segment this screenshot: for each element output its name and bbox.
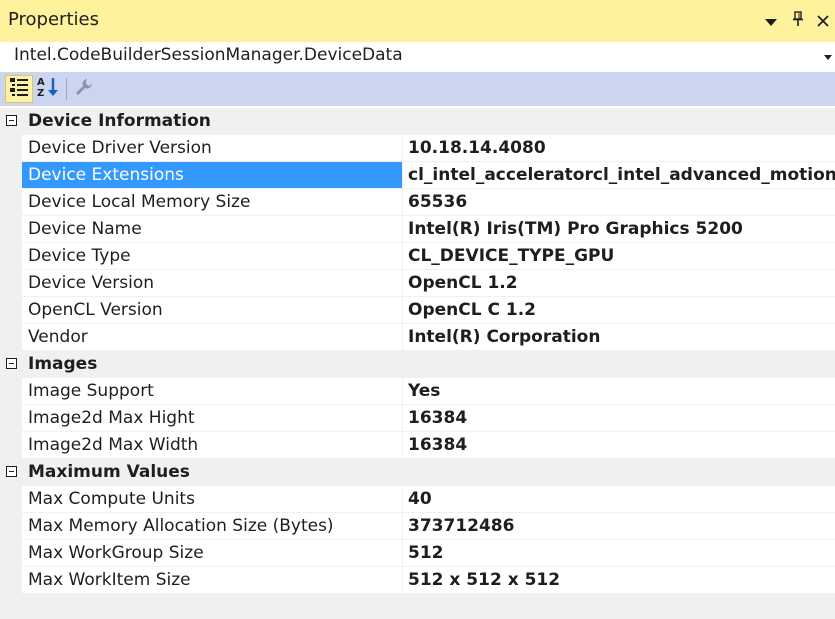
property-value[interactable]: 512	[403, 540, 835, 567]
property-row[interactable]: Max Compute Units 40	[0, 486, 835, 513]
properties-title-bar: Properties	[0, 0, 835, 42]
row-gutter	[0, 270, 22, 297]
row-gutter	[0, 486, 22, 513]
property-name[interactable]: Device Type	[22, 243, 403, 270]
property-value[interactable]: 65536	[403, 189, 835, 216]
property-value[interactable]: CL_DEVICE_TYPE_GPU	[403, 243, 835, 270]
property-row[interactable]: Device Driver Version 10.18.14.4080	[0, 135, 835, 162]
property-name[interactable]: Image Support	[22, 378, 403, 405]
row-gutter	[0, 162, 22, 189]
property-value[interactable]: 16384	[403, 432, 835, 459]
category-label: Device Information	[28, 111, 211, 131]
row-gutter	[0, 513, 22, 540]
property-value[interactable]: 16384	[403, 405, 835, 432]
categorized-button[interactable]	[5, 75, 33, 103]
property-row[interactable]: Image2d Max Hight 16384	[0, 405, 835, 432]
row-gutter	[0, 432, 22, 459]
chevron-down-icon[interactable]	[821, 47, 835, 67]
pin-icon	[792, 11, 804, 31]
property-name[interactable]: Device Driver Version	[22, 135, 403, 162]
property-value[interactable]: 40	[403, 486, 835, 513]
pin-button[interactable]	[786, 6, 810, 36]
property-name[interactable]: Image2d Max Width	[22, 432, 403, 459]
property-name[interactable]: Device Name	[22, 216, 403, 243]
property-row[interactable]: Device Name Intel(R) Iris(TM) Pro Graphi…	[0, 216, 835, 243]
row-gutter	[0, 405, 22, 432]
property-row[interactable]: Image Support Yes	[0, 378, 835, 405]
category-device-information[interactable]: Device Information	[0, 108, 835, 135]
property-value[interactable]: OpenCL 1.2	[403, 270, 835, 297]
property-name[interactable]: Device Local Memory Size	[22, 189, 403, 216]
row-gutter	[0, 135, 22, 162]
object-selector[interactable]: Intel.CodeBuilderSessionManager.DeviceDa…	[0, 42, 835, 72]
property-row[interactable]: OpenCL Version OpenCL C 1.2	[0, 297, 835, 324]
property-row[interactable]: Device Type CL_DEVICE_TYPE_GPU	[0, 243, 835, 270]
close-button[interactable]	[811, 6, 835, 36]
window-title: Properties	[8, 9, 99, 30]
row-gutter	[0, 540, 22, 567]
property-row[interactable]: Max Memory Allocation Size (Bytes) 37371…	[0, 513, 835, 540]
categorized-icon	[8, 76, 30, 102]
property-value[interactable]: Intel(R) Corporation	[403, 324, 835, 351]
category-label: Images	[28, 354, 98, 374]
row-gutter	[0, 243, 22, 270]
svg-text:Z: Z	[37, 88, 44, 99]
category-label: Maximum Values	[28, 462, 190, 482]
property-value[interactable]: 373712486	[403, 513, 835, 540]
property-row[interactable]: Max WorkItem Size 512 x 512 x 512	[0, 567, 835, 594]
property-pages-button[interactable]	[70, 75, 98, 103]
property-value[interactable]: 10.18.14.4080	[403, 135, 835, 162]
window-menu-dropdown[interactable]	[759, 6, 783, 36]
row-gutter	[0, 297, 22, 324]
property-name[interactable]: Device Extensions	[22, 162, 403, 189]
property-value[interactable]: cl_intel_acceleratorcl_intel_advanced_mo…	[403, 162, 835, 189]
property-name[interactable]: Device Version	[22, 270, 403, 297]
property-value[interactable]: Yes	[403, 378, 835, 405]
category-maximum-values[interactable]: Maximum Values	[0, 459, 835, 486]
collapse-toggle-icon[interactable]	[6, 115, 17, 126]
close-icon	[817, 12, 829, 31]
property-row[interactable]: Max WorkGroup Size 512	[0, 540, 835, 567]
property-value[interactable]: 512 x 512 x 512	[403, 567, 835, 594]
chevron-down-icon	[765, 12, 777, 31]
property-name[interactable]: Max Memory Allocation Size (Bytes)	[22, 513, 403, 540]
property-row-selected[interactable]: Device Extensions cl_intel_acceleratorcl…	[0, 162, 835, 189]
row-gutter	[0, 216, 22, 243]
property-row[interactable]: Device Version OpenCL 1.2	[0, 270, 835, 297]
wrench-icon	[74, 77, 94, 101]
property-name[interactable]: Image2d Max Hight	[22, 405, 403, 432]
property-row[interactable]: Image2d Max Width 16384	[0, 432, 835, 459]
property-name[interactable]: OpenCL Version	[22, 297, 403, 324]
object-selector-value: Intel.CodeBuilderSessionManager.DeviceDa…	[14, 45, 403, 65]
property-name[interactable]: Max WorkGroup Size	[22, 540, 403, 567]
row-gutter	[0, 567, 22, 594]
property-value[interactable]: Intel(R) Iris(TM) Pro Graphics 5200	[403, 216, 835, 243]
category-images[interactable]: Images	[0, 351, 835, 378]
property-row[interactable]: Vendor Intel(R) Corporation	[0, 324, 835, 351]
row-gutter	[0, 189, 22, 216]
property-name[interactable]: Vendor	[22, 324, 403, 351]
alphabetical-button[interactable]: A Z	[34, 75, 62, 103]
property-row[interactable]: Device Local Memory Size 65536	[0, 189, 835, 216]
property-grid: Device Information Device Driver Version…	[0, 108, 835, 594]
collapse-toggle-icon[interactable]	[6, 466, 17, 477]
alphabetical-icon: A Z	[36, 75, 60, 103]
property-name[interactable]: Max WorkItem Size	[22, 567, 403, 594]
row-gutter	[0, 378, 22, 405]
property-name[interactable]: Max Compute Units	[22, 486, 403, 513]
svg-text:A: A	[37, 77, 45, 88]
collapse-toggle-icon[interactable]	[6, 358, 17, 369]
properties-toolbar: A Z	[0, 72, 835, 106]
toolbar-separator	[66, 78, 67, 100]
row-gutter	[0, 324, 22, 351]
grid-empty-area	[0, 594, 835, 619]
property-value[interactable]: OpenCL C 1.2	[403, 297, 835, 324]
